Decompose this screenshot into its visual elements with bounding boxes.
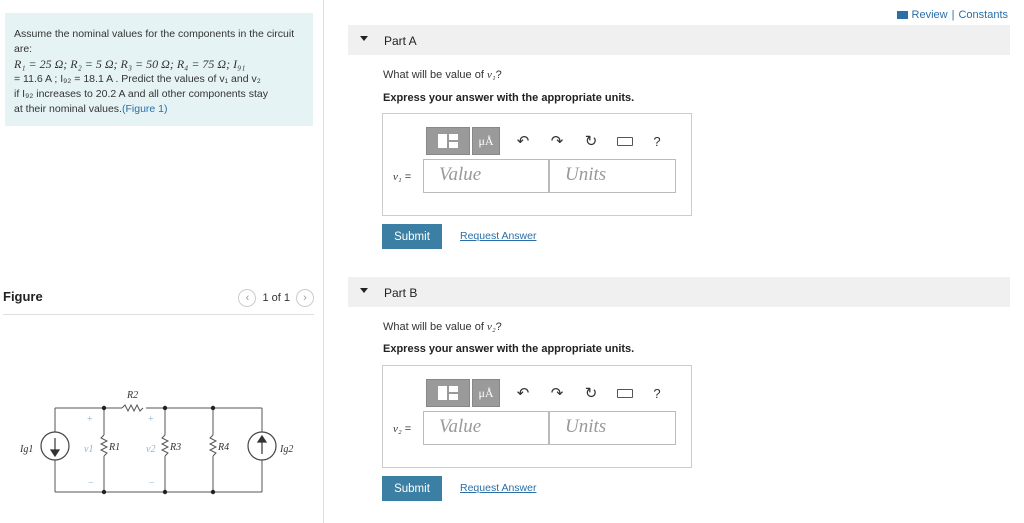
undo-icon[interactable]: ↶ <box>506 379 540 407</box>
review-constants: Review | Constants <box>896 9 1008 21</box>
pager-text: 1 of 1 <box>262 292 290 304</box>
help-icon[interactable]: ? <box>642 386 672 401</box>
v1-minus: − <box>88 478 94 489</box>
problem-line4: at their nominal values. <box>14 103 122 115</box>
part-b-instruction: Express your answer with the appropriate… <box>383 343 635 355</box>
book-icon <box>896 11 908 19</box>
constants-link[interactable]: Constants <box>958 9 1008 21</box>
part-b-answer-box: μÅ ↶ ↷ ↻ ? v₂ = Value Units <box>382 365 692 468</box>
label-ig1: Ig1 <box>20 444 33 455</box>
part-a-request-answer-link[interactable]: Request Answer <box>460 230 536 242</box>
keyboard-icon[interactable] <box>608 379 642 407</box>
v2-minus: − <box>149 478 155 489</box>
label-r4: R4 <box>217 442 229 453</box>
v2-plus: + <box>148 414 154 425</box>
label-r1: R1 <box>108 442 120 453</box>
question-variable: v₁ <box>486 69 496 81</box>
question-variable: v₂ <box>486 321 496 333</box>
part-b-request-answer-link[interactable]: Request Answer <box>460 482 536 494</box>
left-pane: Assume the nominal values for the compon… <box>0 0 324 523</box>
part-b-label: Part B <box>384 286 418 300</box>
part-b-question: What will be value of v₂? <box>383 321 502 333</box>
label-ig2: Ig2 <box>279 444 293 455</box>
part-a-header[interactable]: Part A <box>348 25 1010 55</box>
equals-sign: = <box>404 171 412 183</box>
math-toolbar: μÅ ↶ ↷ ↻ ? <box>426 379 672 407</box>
problem-intro: Assume the nominal values for the compon… <box>14 28 295 55</box>
help-icon[interactable]: ? <box>642 134 672 149</box>
part-a-submit-button[interactable]: Submit <box>382 224 442 249</box>
problem-statement: Assume the nominal values for the compon… <box>5 13 313 126</box>
figure-header: Figure ‹ 1 of 1 › <box>3 287 314 315</box>
question-text: What will be value of <box>383 69 487 81</box>
chevron-left-icon[interactable]: ‹ <box>238 289 257 307</box>
problem-values: R₁ = 25 Ω; R₂ = 5 Ω; R₃ = 50 Ω; R₄ = 75 … <box>14 57 246 71</box>
problem-line2: = 11.6 A ; I₉₂ = 18.1 A . Predict the va… <box>14 73 261 85</box>
templates-button[interactable] <box>426 379 470 407</box>
variable-label: v₁ = <box>393 171 411 183</box>
undo-icon[interactable]: ↶ <box>506 127 540 155</box>
circuit-diagram: Ig1 Ig2 R1 R2 R3 R4 v1 v2 + + − − <box>20 390 293 495</box>
part-a-instruction: Express your answer with the appropriate… <box>383 92 635 104</box>
problem-line3: if I₉₂ increases to 20.2 A and all other… <box>14 88 268 100</box>
v1-plus: + <box>87 414 93 425</box>
units-input[interactable]: Units <box>549 159 676 193</box>
variable-symbol: v₂ <box>393 423 402 435</box>
variable-symbol: v₁ <box>393 171 402 183</box>
value-input[interactable]: Value <box>423 159 549 193</box>
figure-link[interactable]: (Figure 1) <box>122 103 168 115</box>
equals-sign: = <box>404 423 412 435</box>
part-a-question: What will be value of v₁? <box>383 69 502 81</box>
math-toolbar: μÅ ↶ ↷ ↻ ? <box>426 127 672 155</box>
redo-icon[interactable]: ↷ <box>540 127 574 155</box>
value-input[interactable]: Value <box>423 411 549 445</box>
chevron-right-icon[interactable]: › <box>296 289 314 307</box>
label-v1: v1 <box>84 444 93 455</box>
collapse-triangle-icon[interactable] <box>360 36 368 41</box>
label-r3: R3 <box>169 442 181 453</box>
question-text: What will be value of <box>383 321 487 333</box>
keyboard-icon[interactable] <box>608 127 642 155</box>
collapse-triangle-icon[interactable] <box>360 288 368 293</box>
part-b-submit-button[interactable]: Submit <box>382 476 442 501</box>
units-input[interactable]: Units <box>549 411 676 445</box>
review-separator: | <box>951 9 955 21</box>
redo-icon[interactable]: ↷ <box>540 379 574 407</box>
units-button[interactable]: μÅ <box>472 379 500 407</box>
reset-icon[interactable]: ↻ <box>574 127 608 155</box>
figure-title: Figure <box>3 289 43 304</box>
review-link[interactable]: Review <box>912 9 948 21</box>
question-mark: ? <box>495 321 502 333</box>
label-r2: R2 <box>126 390 138 401</box>
variable-label: v₂ = <box>393 423 411 435</box>
part-a-label: Part A <box>384 34 417 48</box>
question-mark: ? <box>495 69 502 81</box>
part-a-answer-box: μÅ ↶ ↷ ↻ ? v₁ = Value Units <box>382 113 692 216</box>
label-v2: v2 <box>146 444 155 455</box>
units-button[interactable]: μÅ <box>472 127 500 155</box>
reset-icon[interactable]: ↻ <box>574 379 608 407</box>
figure-pager: ‹ 1 of 1 › <box>238 289 314 307</box>
part-b-header[interactable]: Part B <box>348 277 1010 307</box>
templates-button[interactable] <box>426 127 470 155</box>
